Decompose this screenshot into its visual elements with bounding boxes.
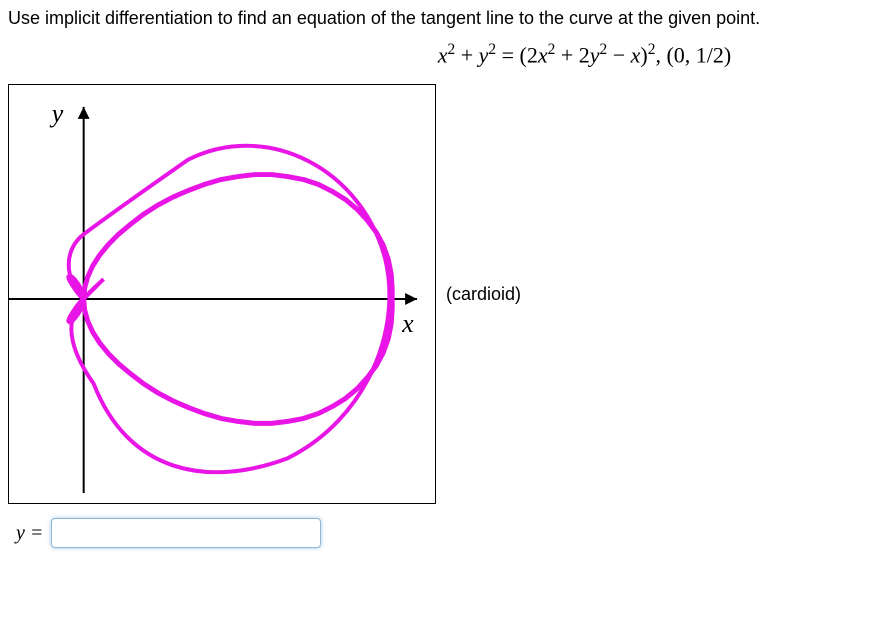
equation: x2 + y2 = (2x2 + 2y2 − x)2, (0, 1/2) bbox=[8, 41, 881, 68]
answer-input[interactable] bbox=[51, 518, 321, 548]
answer-label: y = bbox=[16, 522, 43, 545]
y-axis-arrow bbox=[78, 107, 90, 119]
x-axis-label: x bbox=[401, 309, 414, 338]
graph-row: y x (cardioid) bbox=[8, 84, 881, 504]
eq-y-exp: 2 bbox=[488, 41, 496, 58]
eq-equals: = bbox=[496, 42, 519, 67]
eq-2y-coef: 2 bbox=[579, 42, 590, 67]
eq-rhs-y: y bbox=[590, 42, 600, 67]
eq-y: y bbox=[479, 42, 489, 67]
x-axis-arrow bbox=[405, 293, 417, 305]
eq-point: (0, 1/2) bbox=[666, 42, 731, 67]
eq-comma: , bbox=[655, 42, 666, 67]
eq-x: x bbox=[438, 42, 448, 67]
y-axis-label: y bbox=[49, 99, 64, 128]
answer-row: y = bbox=[16, 518, 881, 548]
question-text: Use implicit differentiation to find an … bbox=[8, 8, 881, 29]
eq-rhs-x: x bbox=[538, 42, 548, 67]
eq-plus2: + bbox=[555, 42, 578, 67]
eq-rhs-x2: x bbox=[631, 42, 641, 67]
cardioid-graph: y x bbox=[9, 85, 435, 503]
eq-2x-coef: 2 bbox=[527, 42, 538, 67]
eq-open: ( bbox=[520, 42, 527, 67]
eq-close: ) bbox=[640, 42, 647, 67]
graph-box: y x bbox=[8, 84, 436, 504]
eq-plus1: + bbox=[455, 42, 478, 67]
eq-minus: − bbox=[607, 42, 630, 67]
curve-label: (cardioid) bbox=[446, 284, 521, 305]
